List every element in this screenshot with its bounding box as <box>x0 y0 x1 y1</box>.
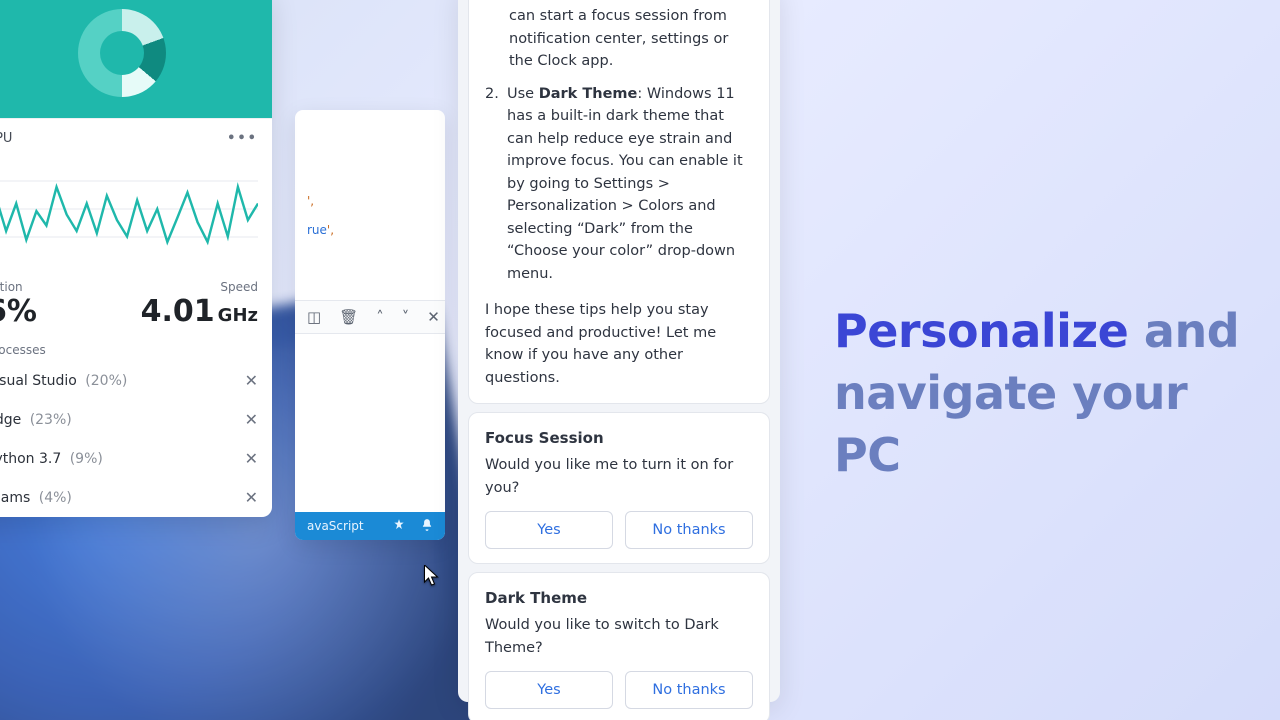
marketing-headline: Personalize and navigate your PC <box>834 300 1264 486</box>
processes-label: processes <box>0 343 272 361</box>
focus-session-prompt: Focus Session Would you like me to turn … <box>468 412 770 564</box>
cpu-label: CPU <box>0 131 12 146</box>
chevron-up-icon[interactable]: ˄ <box>376 308 384 326</box>
chevron-down-icon[interactable]: ˅ <box>402 308 410 326</box>
process-name: Teams <box>0 490 30 506</box>
speed-value: 4.01 <box>141 294 215 329</box>
assistant-response: features like a focus timer. You can sta… <box>468 0 770 404</box>
end-task-button[interactable]: ✕ <box>245 449 258 468</box>
mouse-cursor-icon <box>424 565 439 591</box>
speed-unit: GHz <box>218 305 258 326</box>
utilization-value: 6% <box>0 294 37 329</box>
process-pct: (20%) <box>85 373 127 389</box>
code-fragment: ', rue', <box>307 194 334 238</box>
process-row[interactable]: Teams (4%) ✕ <box>0 478 272 517</box>
end-task-button[interactable]: ✕ <box>245 410 258 429</box>
focus-yes-button[interactable]: Yes <box>485 511 613 549</box>
utilization-label: zation <box>0 280 37 294</box>
feedback-icon[interactable] <box>392 518 406 535</box>
process-name: Visual Studio <box>0 373 77 389</box>
dark-title: Dark Theme <box>485 587 753 610</box>
assistant-panel: features like a focus timer. You can sta… <box>458 0 780 702</box>
focus-no-button[interactable]: No thanks <box>625 511 753 549</box>
end-task-button[interactable]: ✕ <box>245 488 258 507</box>
focus-question: Would you like me to turn it on for you? <box>485 454 753 499</box>
process-pct: (9%) <box>70 451 103 467</box>
dark-question: Would you like to switch to Dark Theme? <box>485 614 753 659</box>
speed-label: Speed <box>141 280 258 294</box>
editor-toolbar: ◫ 🗑 ˄ ˅ ✕ <box>295 300 445 334</box>
card-more-button[interactable]: ••• <box>227 131 258 146</box>
dark-no-button[interactable]: No thanks <box>625 671 753 709</box>
close-icon[interactable]: ✕ <box>427 308 440 326</box>
bell-icon[interactable] <box>420 518 434 535</box>
performance-hero <box>0 0 272 118</box>
process-row[interactable]: Edge (23%) ✕ <box>0 400 272 439</box>
trash-icon[interactable]: 🗑 <box>339 308 358 326</box>
dark-theme-prompt: Dark Theme Would you like to switch to D… <box>468 572 770 720</box>
dark-yes-button[interactable]: Yes <box>485 671 613 709</box>
process-name: Python 3.7 <box>0 451 61 467</box>
process-row[interactable]: Visual Studio (20%) ✕ <box>0 361 272 400</box>
process-pct: (23%) <box>30 412 72 428</box>
list-number: 2. <box>485 83 507 285</box>
performance-card: CPU ••• zation 6% Speed 4.01GHz processe… <box>0 0 272 517</box>
process-name: Edge <box>0 412 21 428</box>
focus-title: Focus Session <box>485 427 753 450</box>
status-language[interactable]: avaScript <box>307 519 364 533</box>
panel-split-icon[interactable]: ◫ <box>307 308 321 326</box>
end-task-button[interactable]: ✕ <box>245 371 258 390</box>
cpu-sparkline <box>0 154 258 264</box>
process-row[interactable]: Python 3.7 (9%) ✕ <box>0 439 272 478</box>
editor-status-bar: avaScript <box>295 512 445 540</box>
process-pct: (4%) <box>39 490 72 506</box>
code-editor-window: ', rue', ◫ 🗑 ˄ ˅ ✕ avaScript <box>295 110 445 540</box>
donut-chart-icon <box>78 9 166 97</box>
assistant-closing: I hope these tips help you stay focused … <box>485 299 753 389</box>
